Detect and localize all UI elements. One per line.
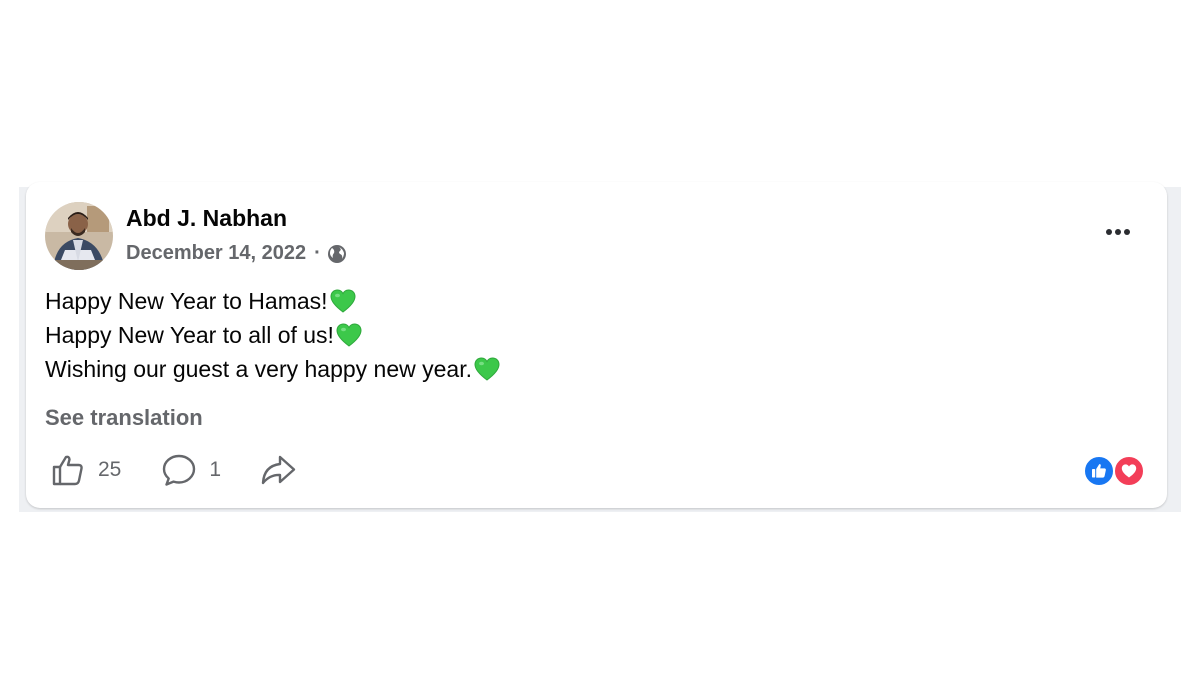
- post-line: Happy New Year to all of us!: [45, 318, 501, 352]
- post-line-text: Wishing our guest a very happy new year.: [45, 356, 473, 382]
- post-line-text: Happy New Year to Hamas!: [45, 288, 328, 314]
- author-avatar[interactable]: [45, 202, 113, 270]
- share-icon: [259, 452, 297, 488]
- post-text: Happy New Year to Hamas! Happy New Year …: [45, 284, 501, 386]
- post-date[interactable]: December 14, 2022: [126, 242, 306, 265]
- see-translation-link[interactable]: See translation: [45, 405, 203, 431]
- green-heart-icon: [329, 287, 357, 315]
- post-meta: December 14, 2022 ·: [126, 242, 347, 265]
- post-line: Happy New Year to Hamas!: [45, 284, 501, 318]
- comment-button[interactable]: 1: [161, 452, 221, 488]
- globe-icon[interactable]: [327, 244, 347, 264]
- post-card: Abd J. Nabhan December 14, 2022 · Happy …: [26, 182, 1167, 508]
- green-heart-icon: [473, 355, 501, 383]
- meta-separator: ·: [314, 242, 321, 264]
- share-button[interactable]: [259, 452, 297, 488]
- action-bar: 25 1: [50, 452, 297, 488]
- post-line: Wishing our guest a very happy new year.: [45, 352, 501, 386]
- more-options-icon[interactable]: [1101, 218, 1135, 246]
- love-reaction-icon: [1113, 455, 1145, 487]
- post-line-text: Happy New Year to all of us!: [45, 322, 334, 348]
- comment-count: 1: [209, 458, 222, 481]
- comment-icon: [161, 452, 197, 488]
- like-count: 25: [98, 458, 122, 481]
- reaction-summary[interactable]: [1083, 455, 1147, 487]
- like-button[interactable]: 25: [50, 452, 121, 488]
- green-heart-icon: [335, 321, 363, 349]
- like-reaction-icon: [1083, 455, 1115, 487]
- author-name[interactable]: Abd J. Nabhan: [126, 205, 287, 232]
- thumbs-up-icon: [50, 452, 86, 488]
